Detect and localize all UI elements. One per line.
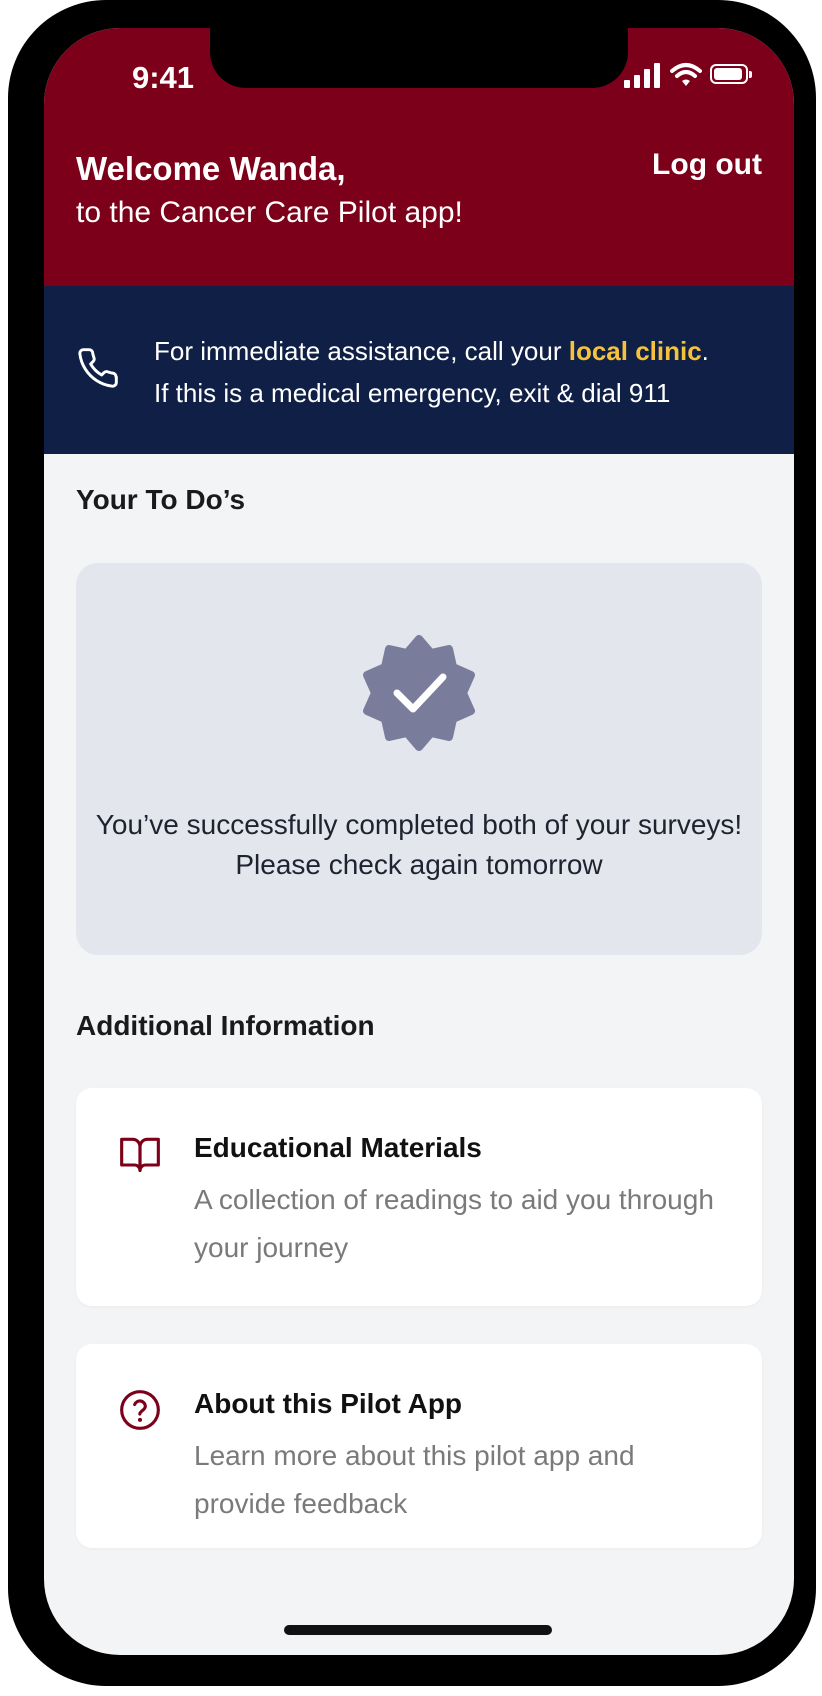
assistance-prefix: For immediate assistance, call your (154, 336, 569, 366)
assistance-suffix: . (701, 336, 709, 366)
todos-section-title: Your To Do’s (76, 484, 246, 515)
todo-message: You’ve successfully completed both of yo… (95, 809, 743, 880)
verified-badge-icon (363, 635, 475, 751)
assistance-text: For immediate assistance, call your loca… (154, 330, 774, 414)
assistance-line-1: For immediate assistance, call your loca… (154, 330, 774, 372)
app-header: 9:41 Welcome Wanda, to the Cancer Care P… (44, 28, 794, 286)
card-title: Educational Materials (194, 1132, 482, 1163)
phone-frame: 9:41 Welcome Wanda, to the Cancer Care P… (8, 0, 816, 1686)
welcome-subtitle: to the Cancer Care Pilot app! (76, 196, 463, 229)
app-screen: 9:41 Welcome Wanda, to the Cancer Care P… (44, 28, 794, 1655)
device-notch (210, 28, 628, 88)
home-indicator[interactable] (284, 1625, 552, 1635)
battery-icon (710, 64, 752, 84)
status-icons (624, 62, 764, 90)
logout-button[interactable]: Log out (652, 148, 762, 182)
book-icon (120, 1137, 160, 1173)
card-title: About this Pilot App (194, 1388, 463, 1419)
educational-materials-card[interactable]: Educational Materials A collection of re… (76, 1088, 762, 1306)
question-circle-icon (120, 1390, 160, 1430)
assistance-banner: For immediate assistance, call your loca… (44, 286, 794, 454)
card-description: Learn more about this pilot app and prov… (194, 1440, 635, 1519)
assistance-line-2: If this is a medical emergency, exit & d… (154, 378, 671, 408)
local-clinic-link[interactable]: local clinic (569, 336, 702, 366)
todo-complete-card: You’ve successfully completed both of yo… (76, 563, 762, 955)
phone-icon (78, 348, 118, 388)
additional-info-title: Additional Information (76, 1010, 375, 1041)
status-time: 9:41 (131, 60, 195, 95)
about-pilot-app-card[interactable]: About this Pilot App Learn more about th… (76, 1344, 762, 1548)
card-description: A collection of readings to aid you thro… (194, 1184, 714, 1263)
cellular-signal-icon (624, 62, 662, 88)
welcome-title: Welcome Wanda, (76, 150, 346, 187)
wifi-icon (670, 63, 702, 86)
